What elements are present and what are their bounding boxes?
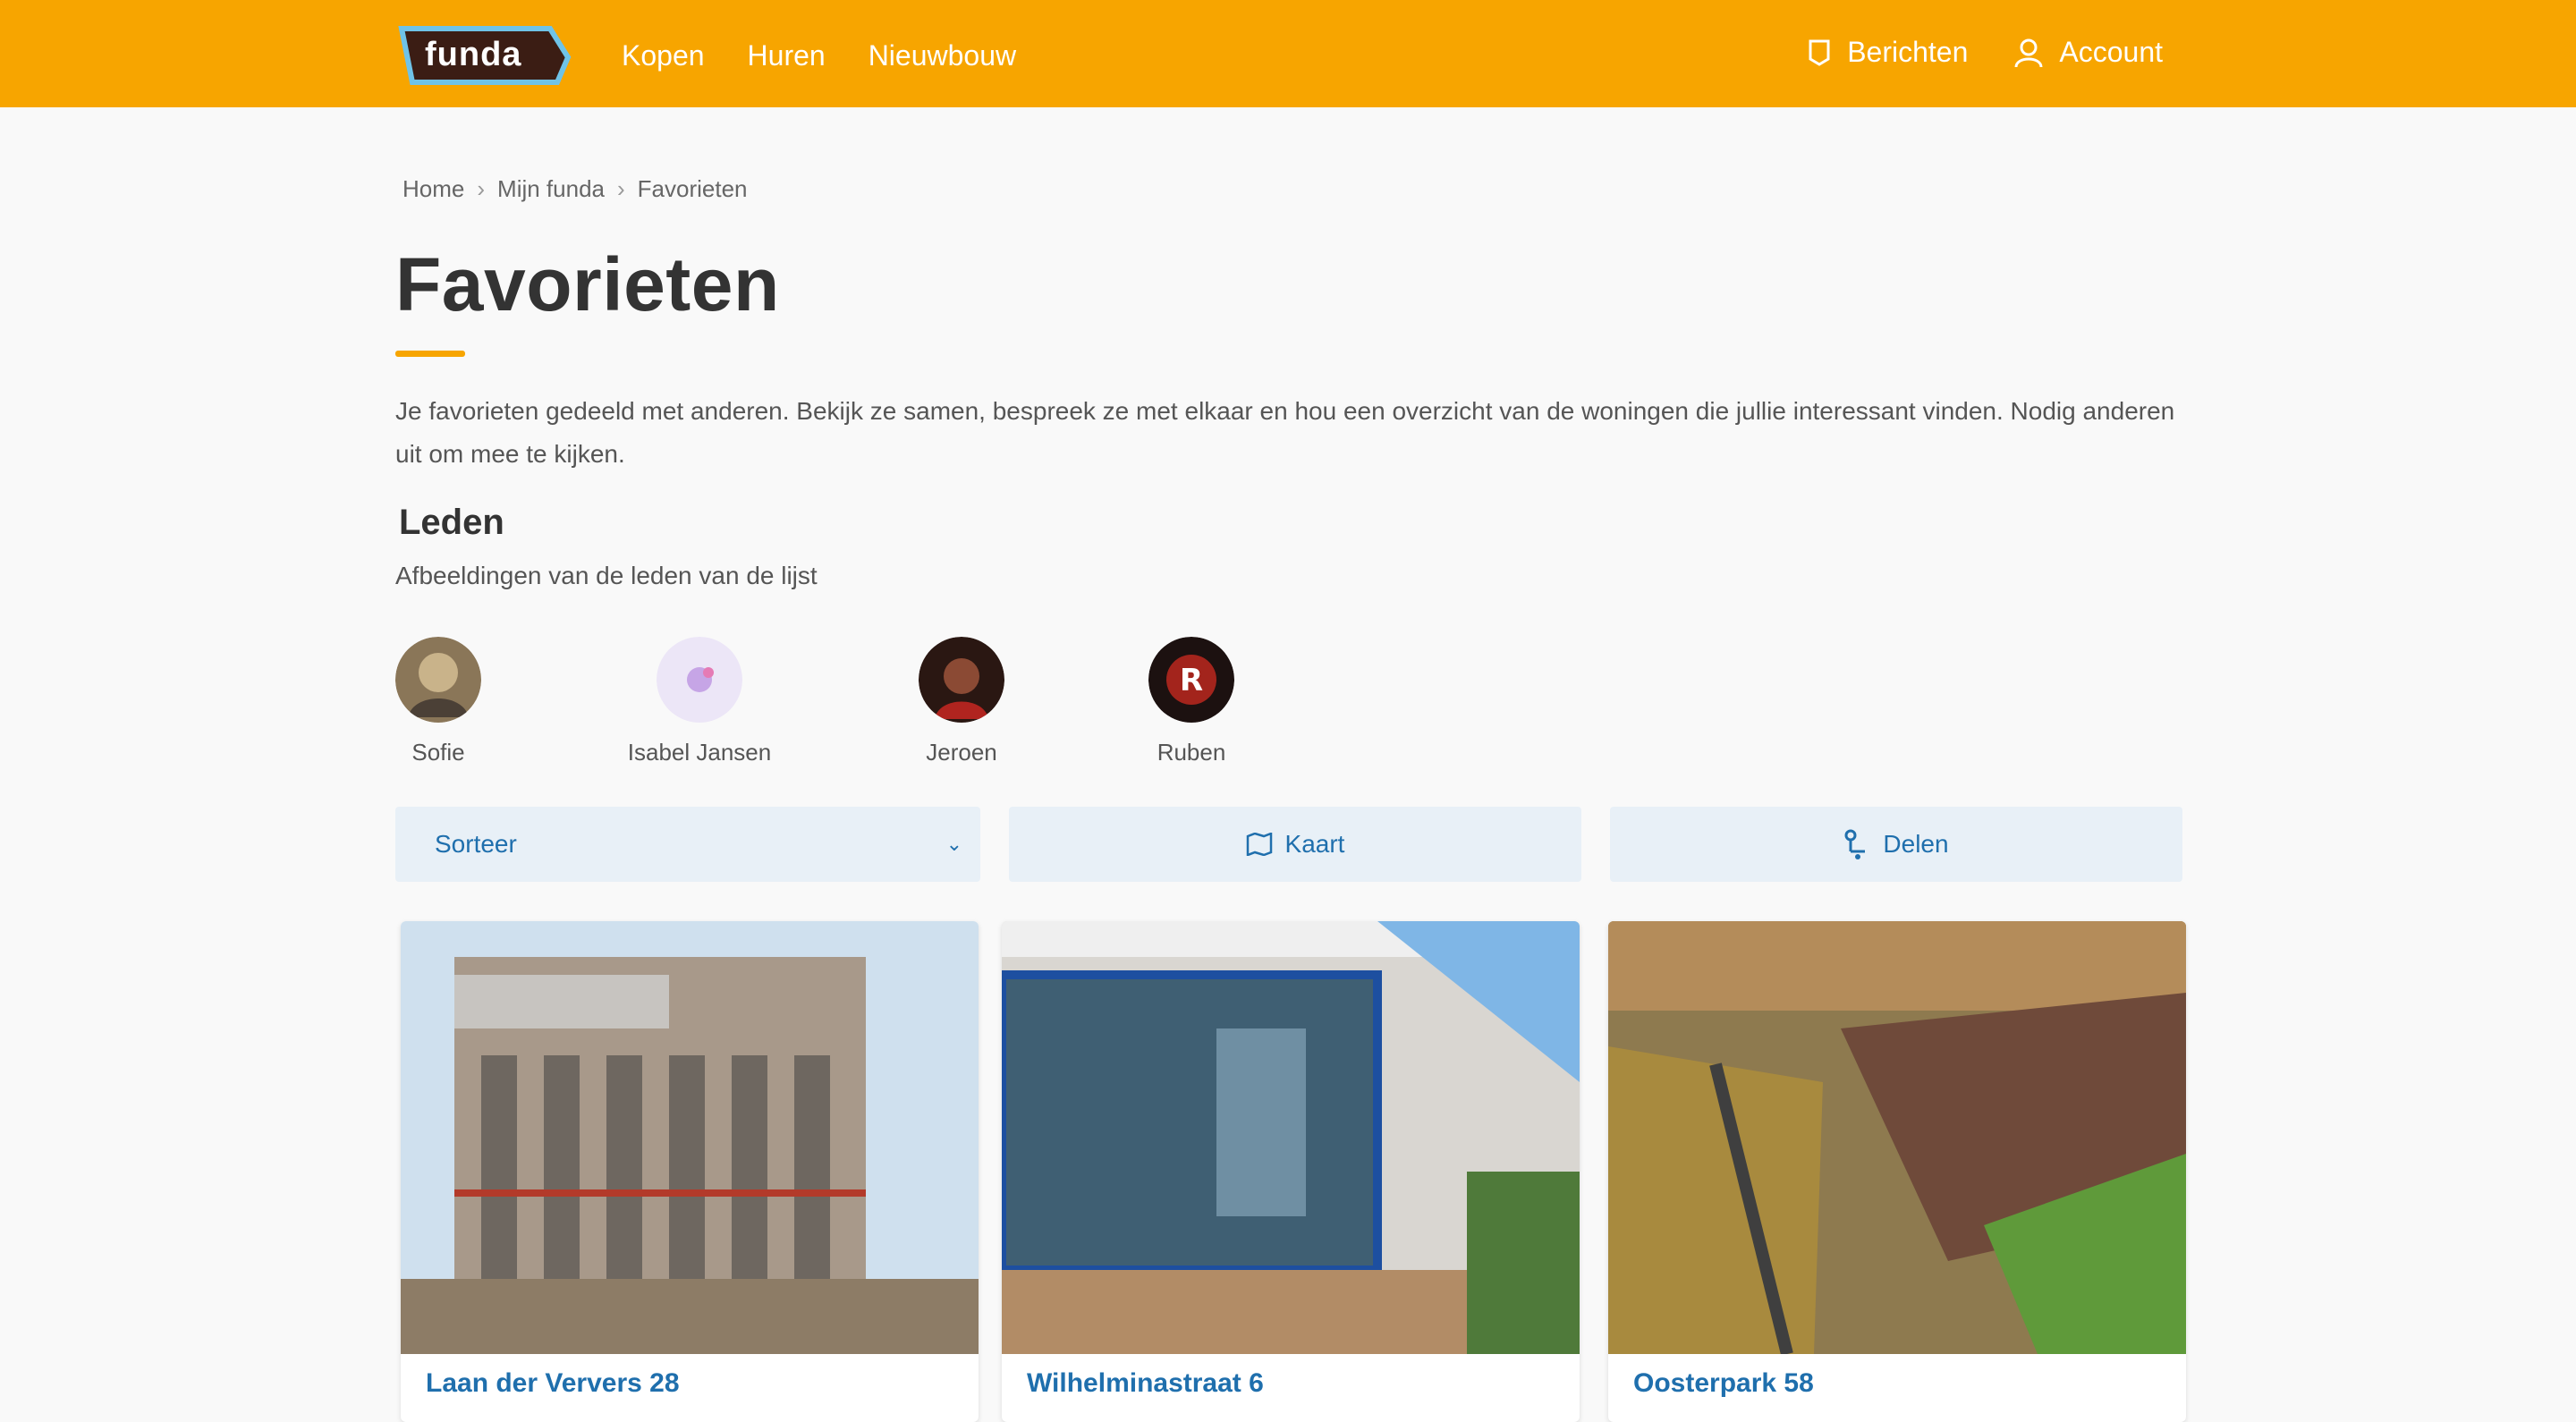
property-address[interactable]: Laan der Ververs 28 xyxy=(426,1368,680,1399)
map-icon xyxy=(1246,833,1272,856)
user-icon xyxy=(2014,38,2043,67)
funda-logo[interactable]: funda xyxy=(398,23,572,86)
property-card[interactable]: Laan der Ververs 28 xyxy=(401,921,979,1422)
avatar-initials-icon xyxy=(657,637,742,723)
svg-text:R: R xyxy=(1180,663,1203,698)
share-label: Delen xyxy=(1883,830,1949,858)
property-card[interactable]: Oosterpark 58 xyxy=(1608,921,2186,1422)
messages-button[interactable]: Berichten xyxy=(1806,36,1968,69)
avatar-photo-icon xyxy=(919,637,1004,723)
avatar-letter-r-icon: R xyxy=(1148,637,1234,723)
property-photo xyxy=(1608,921,2186,1354)
header-actions: Berichten Account xyxy=(1806,36,2163,69)
property-address[interactable]: Oosterpark 58 xyxy=(1633,1368,1814,1399)
member-item[interactable]: Sofie xyxy=(349,637,528,766)
nav-nieuwbouw[interactable]: Nieuwbouw xyxy=(869,39,1016,72)
sort-dropdown[interactable]: Sorteer ⌄ xyxy=(395,807,980,882)
main-nav: Kopen Huren Nieuwbouw xyxy=(622,39,1016,72)
property-photo xyxy=(401,921,979,1354)
breadcrumb-home[interactable]: Home xyxy=(402,175,464,203)
chevron-right-icon: › xyxy=(617,175,625,202)
breadcrumb: Home › Mijn funda › Favorieten xyxy=(402,175,748,203)
members-subtitle: Afbeeldingen van de leden van de lijst xyxy=(395,562,818,589)
share-button[interactable]: Delen xyxy=(1610,807,2182,882)
filter-bar: Sorteer ⌄ Kaart Delen xyxy=(395,807,2184,887)
map-label: Kaart xyxy=(1284,830,1345,858)
share-icon xyxy=(1844,829,1866,859)
favorites-grid: Laan der Ververs 28 Wilhelminastraat 6 O… xyxy=(395,921,2186,1422)
message-icon xyxy=(1809,39,1830,66)
member-item[interactable]: Isabel Jansen xyxy=(610,637,789,766)
account-button[interactable]: Account xyxy=(2012,36,2163,69)
breadcrumb-current: Favorieten xyxy=(637,175,748,202)
title-underline xyxy=(395,351,465,357)
member-name: Isabel Jansen xyxy=(627,739,772,766)
property-photo xyxy=(1002,921,1580,1354)
logo-text: funda xyxy=(425,36,522,73)
property-address[interactable]: Wilhelminastraat 6 xyxy=(1027,1368,1264,1399)
page-title: Favorieten xyxy=(395,242,780,326)
nav-huren[interactable]: Huren xyxy=(748,39,826,72)
property-card[interactable]: Wilhelminastraat 6 xyxy=(1002,921,1580,1422)
member-name: Jeroen xyxy=(926,739,997,766)
breadcrumb-mijn-funda[interactable]: Mijn funda xyxy=(497,175,605,203)
top-navigation-bar: funda Kopen Huren Nieuwbouw Berichten Ac… xyxy=(0,0,2576,107)
member-name: Ruben xyxy=(1157,739,1226,766)
avatar-photo-icon xyxy=(395,637,481,723)
chevron-right-icon: › xyxy=(477,175,486,202)
intro-text: Je favorieten gedeeld met anderen. Bekij… xyxy=(395,397,2175,468)
messages-label: Berichten xyxy=(1847,36,1969,68)
sort-label: Sorteer xyxy=(435,830,517,858)
chevron-down-icon: ⌄ xyxy=(945,833,962,855)
member-name: Sofie xyxy=(411,739,465,766)
member-item[interactable]: R Ruben xyxy=(1102,637,1281,766)
nav-kopen[interactable]: Kopen xyxy=(622,39,705,72)
member-item[interactable]: Jeroen xyxy=(872,637,1051,766)
map-button[interactable]: Kaart xyxy=(1009,807,1581,882)
members-list: Sofie Isabel Jansen Jeroen R Ruben xyxy=(395,637,1469,780)
account-label: Account xyxy=(2059,36,2163,68)
members-heading: Leden xyxy=(399,503,504,542)
